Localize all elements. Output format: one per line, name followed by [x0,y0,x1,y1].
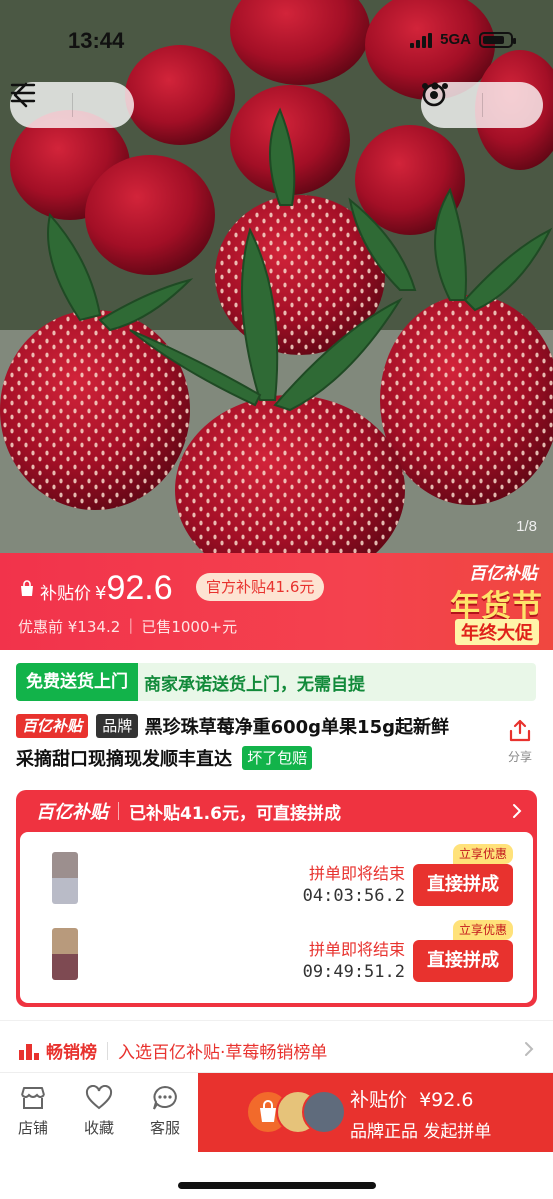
price-row: 补贴价 ¥ 92.6 [18,569,173,608]
bottom-action-bar: 店铺 收藏 客服 补贴价 ¥92.6 品牌正品 发起拼单 [0,1072,553,1156]
shop-icon [21,1087,45,1109]
divider [107,1041,108,1060]
home-indicator [178,1182,376,1189]
buy-price-label: 补贴价 [350,1089,408,1111]
group-status: 拼单即将结束 [308,940,405,959]
chevron-right-icon [513,804,522,818]
best-seller-rank[interactable]: 畅销榜 入选百亿补贴·草莓畅销榜单 [18,1038,327,1063]
battery-icon [479,31,516,48]
divider [118,802,119,820]
product-image-carousel[interactable]: 13:44 5GA 1/8 [0,0,553,553]
new-year-promo-badge[interactable]: 百亿补贴 年货节 年终大促 [403,553,553,650]
divider: | [128,616,134,634]
chevron-right-icon[interactable] [523,1040,535,1058]
menu-button[interactable] [10,82,135,128]
group-buy-row: 拼单即将结束 09:49:51.2 立享优惠 直接拼成 [20,918,533,998]
guarantee-badge: 坏了包赔 [242,746,313,770]
service-label: 客服 [149,1119,180,1137]
buyer-avatars [246,1090,346,1134]
join-group-button[interactable]: 直接拼成 [413,864,513,906]
price-banner: 补贴价 ¥ 92.6 官方补贴41.6元 优惠前 ¥134.2 | 已售1000… [0,553,553,650]
promo-line-3: 年终大促 [455,619,539,645]
buy-price-value: ¥92.6 [419,1089,474,1111]
ranking-text: 入选百亿补贴·草莓畅销榜单 [118,1043,328,1063]
group-buy-list: 拼单即将结束 04:03:56.2 立享优惠 直接拼成 拼单即将结束 09:49… [20,832,533,1003]
network-type: 5GA [440,31,471,48]
instant-discount-flag: 立享优惠 [452,844,513,864]
heart-icon [85,1085,113,1110]
shopping-bag-icon [21,579,33,596]
share-button[interactable]: 分享 [500,718,540,765]
image-counter: 1/8 [516,518,537,535]
subsidy-logo: 百亿补贴 [36,802,108,823]
delivery-promise[interactable]: 免费送货上门 商家承诺送货上门，无需自提 [16,663,536,701]
group-status: 拼单即将结束 [308,864,405,883]
ranking-bars-icon [19,1043,39,1060]
product-page: 13:44 5GA 1/8 补贴价 ¥ 92.6 官方补贴41.6元 优惠前 ¥… [0,0,553,1199]
price-sub-info: 优惠前 ¥134.2 | 已售1000+元 [18,616,237,637]
buy-subtext: 品牌正品 发起拼单 [350,1122,492,1142]
countdown-timer: 09:49:51.2 [302,962,405,982]
group-buy-header[interactable]: 百亿补贴 已补贴41.6元，可直接拼成 [16,790,537,832]
avatar-top [52,928,78,954]
favorite-button[interactable]: 收藏 [74,1085,124,1138]
group-buy-row: 拼单即将结束 04:03:56.2 立享优惠 直接拼成 [20,840,533,920]
brand-badge: 品牌 [96,714,139,738]
ranking-label: 畅销榜 [46,1043,97,1063]
target-close-icon [422,83,446,107]
avatar [302,1090,346,1134]
signal-icon [410,32,433,48]
customer-service-button[interactable]: 客服 [140,1085,190,1138]
delivery-tag: 免费送货上门 [16,663,138,701]
avatar-top [52,852,78,878]
group-buy-headline: 已补贴41.6元，可直接拼成 [129,803,341,824]
hamburger-menu-icon [10,83,36,103]
user-avatar [52,852,78,904]
sold-count: 已售1000+元 [141,618,238,636]
delivery-text: 商家承诺送货上门，无需自提 [144,674,365,695]
price-currency: ¥ [95,583,107,604]
original-price: 优惠前 ¥134.2 [18,618,121,636]
status-time: 13:44 [68,28,125,53]
subsidy-badge: 百亿补贴 [16,714,89,738]
status-indicators: 5GA [410,31,516,48]
price-value: 92.6 [106,569,173,607]
avatar-bottom [52,878,78,904]
price-label: 补贴价 [40,584,91,604]
buy-price: 补贴价 ¥92.6 [350,1085,473,1112]
shop-button[interactable]: 店铺 [8,1085,58,1138]
official-subsidy-tag: 官方补贴41.6元 [196,573,325,601]
status-bar: 13:44 5GA [0,0,553,84]
product-title: 百亿补贴 品牌 黑珍珠草莓净重600g单果15g起新鲜采摘甜口现摘现发顺丰直达 … [16,712,456,776]
divider [0,1020,553,1021]
share-icon [509,719,531,742]
start-group-buy-button[interactable]: 补贴价 ¥92.6 品牌正品 发起拼单 [198,1073,553,1152]
chat-bubble-icon [153,1085,177,1110]
instant-discount-flag: 立享优惠 [452,920,513,940]
group-buy-card: 百亿补贴 已补贴41.6元，可直接拼成 拼单即将结束 04:03:56.2 立享… [16,790,537,1007]
join-group-button[interactable]: 直接拼成 [413,940,513,982]
nav-capsule-right [421,82,543,128]
nav-capsule-left [10,82,134,128]
shop-label: 店铺 [17,1119,48,1137]
avatar-bottom [52,954,78,980]
countdown-timer: 04:03:56.2 [302,886,405,906]
share-label: 分享 [507,750,532,764]
user-avatar [52,928,78,980]
close-miniapp-button[interactable] [422,82,544,128]
favorite-label: 收藏 [83,1119,114,1137]
